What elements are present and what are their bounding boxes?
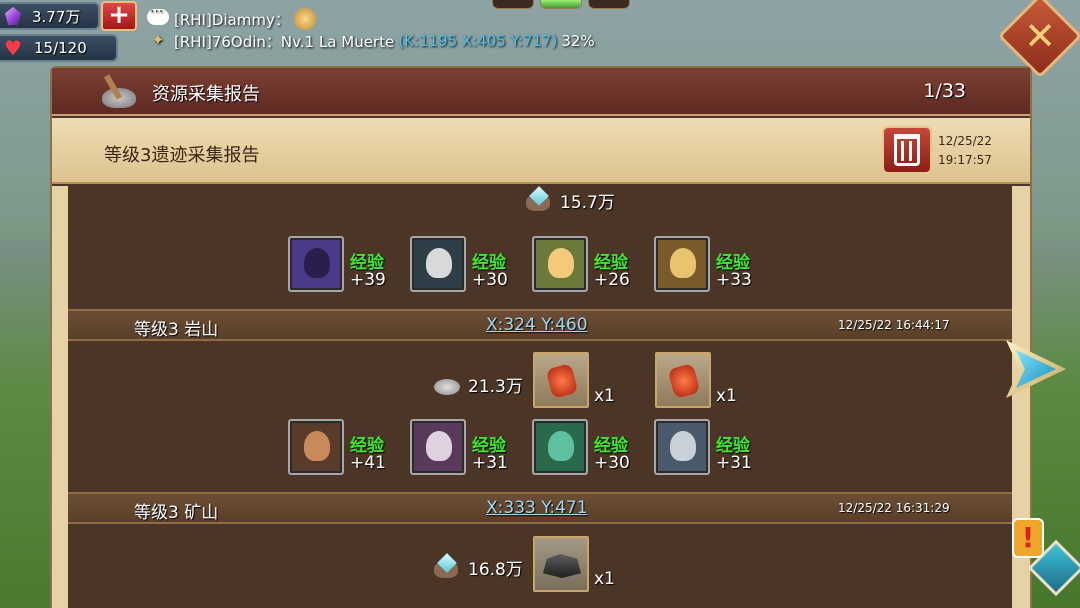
resource-gain: 16.8万 [432, 555, 523, 580]
coords-link[interactable]: X:333 Y:471 [486, 498, 588, 518]
stone-icon [432, 373, 462, 397]
page-indicator-tabs [492, 0, 630, 9]
chat-coords-link[interactable]: (K:1195 X:405 Y:717) [398, 32, 557, 50]
hero-portrait[interactable] [532, 236, 588, 292]
close-icon[interactable]: ✕ [1010, 6, 1070, 66]
item-slot[interactable] [655, 352, 711, 408]
resource-gain: 15.7万 [524, 188, 615, 213]
page-tab[interactable] [588, 0, 630, 9]
section-datetime: 12/25/22 16:31:29 [838, 501, 950, 515]
exp-value: +30 [594, 453, 630, 473]
exp-value: +31 [472, 453, 508, 473]
chat-bubble-icon [146, 4, 170, 29]
exp-value: +31 [716, 453, 752, 473]
resource-amount: 15.7万 [560, 193, 615, 213]
red-crystal-icon [545, 363, 579, 399]
exp-value: +30 [472, 270, 508, 290]
alert-icon[interactable]: ! [1012, 518, 1044, 558]
page-counter: 1/33 [923, 80, 966, 102]
gem-counter: 3.77万 [0, 2, 100, 30]
alliance-badge-icon: ✦ [151, 31, 165, 49]
chat-line: [RHI]Diammy： [146, 4, 595, 30]
hero-portrait[interactable] [654, 236, 710, 292]
item-quantity: x1 [716, 386, 737, 406]
item-quantity: x1 [594, 386, 615, 406]
hero-portrait[interactable] [654, 419, 710, 475]
chat-text: [RHI]Diammy： [174, 10, 290, 29]
exp-value: +41 [350, 453, 386, 473]
resource-amount: 16.8万 [468, 560, 523, 580]
hero-portrait[interactable] [288, 236, 344, 292]
trash-icon[interactable] [894, 134, 920, 166]
report-datetime: 12/25/22 19:17:57 [938, 132, 992, 170]
stamina-amount: 15/120 [34, 39, 87, 57]
exp-value: +33 [716, 270, 752, 290]
chat-text: [RHI]76Odin：Nv.1 La Muerte [174, 32, 395, 51]
item-slot[interactable] [533, 536, 589, 592]
hero-portrait[interactable] [532, 419, 588, 475]
red-crystal-icon [667, 363, 701, 399]
chat-preview[interactable]: [RHI]Diammy： ✦ [RHI]76Odin：Nv.1 La Muert… [146, 4, 595, 52]
gem-icon [2, 5, 24, 27]
next-arrow-icon[interactable] [1002, 336, 1072, 402]
section-title: 等级3 岩山 [134, 320, 219, 340]
chat-line: ✦ [RHI]76Odin：Nv.1 La Muerte (K:1195 X:4… [146, 30, 595, 52]
ore-icon [524, 189, 554, 213]
iron-ore-icon [543, 554, 581, 578]
report-title: 等级3遗迹采集报告 [104, 145, 260, 166]
panel-title: 资源采集报告 [152, 84, 260, 105]
chat-percent: 32% [561, 32, 595, 50]
item-quantity: x1 [594, 569, 615, 589]
section-title: 等级3 矿山 [134, 503, 219, 523]
gem-amount: 3.77万 [32, 7, 81, 26]
page-tab[interactable] [492, 0, 534, 9]
ore-icon [432, 556, 462, 580]
stamina-counter: ♥ 15/120 [0, 34, 118, 62]
panel-border-left [52, 186, 68, 608]
report-date: 12/25/22 [938, 134, 992, 148]
exp-value: +39 [350, 270, 386, 290]
page-tab-active[interactable] [540, 0, 582, 9]
emoji-icon [293, 8, 316, 30]
exp-value: +26 [594, 270, 630, 290]
add-gems-button[interactable]: + [101, 1, 137, 31]
resource-gain: 21.3万 [432, 372, 523, 397]
coords-link[interactable]: X:324 Y:460 [486, 315, 588, 335]
resource-amount: 21.3万 [468, 377, 523, 397]
pickaxe-icon [98, 72, 140, 110]
heart-icon: ♥ [4, 36, 22, 60]
section-datetime: 12/25/22 16:44:17 [838, 318, 950, 332]
item-slot[interactable] [533, 352, 589, 408]
report-time: 19:17:57 [938, 153, 992, 167]
hero-portrait[interactable] [288, 419, 344, 475]
hero-portrait[interactable] [410, 236, 466, 292]
hero-portrait[interactable] [410, 419, 466, 475]
